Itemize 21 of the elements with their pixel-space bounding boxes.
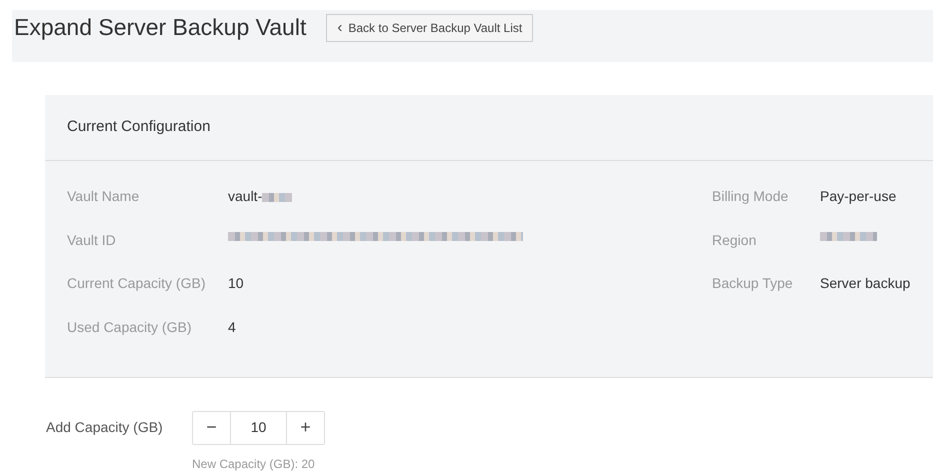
redaction-mosaic — [820, 232, 877, 241]
field-label: Billing Mode — [712, 187, 790, 206]
field-label: Region — [712, 230, 758, 250]
capacity-stepper[interactable]: − 10 + — [192, 410, 325, 445]
field-label: Add Capacity (GB) — [46, 418, 164, 438]
capacity-input[interactable]: 10 — [230, 412, 287, 444]
redaction-mosaic — [262, 193, 292, 202]
page-title: Expand Server Backup Vault — [14, 13, 306, 39]
field-value: Pay-per-use — [820, 187, 896, 206]
field-label: Vault Name — [67, 187, 140, 206]
section-title: Current Configuration — [67, 117, 210, 138]
new-capacity-hint: New Capacity (GB): 20 — [192, 456, 316, 473]
field-value: vault- — [228, 187, 262, 206]
field-label: Backup Type — [712, 274, 794, 294]
field-value: Server backup — [820, 274, 910, 294]
field-value: 4 — [228, 318, 236, 338]
back-button[interactable]: ‹ Back to Server Backup Vault List — [326, 14, 534, 42]
field-value: 10 — [228, 274, 244, 294]
field-label: Vault ID — [67, 230, 117, 250]
field-label: Used Capacity (GB) — [67, 318, 192, 338]
field-label: Current Capacity (GB) — [67, 274, 206, 294]
